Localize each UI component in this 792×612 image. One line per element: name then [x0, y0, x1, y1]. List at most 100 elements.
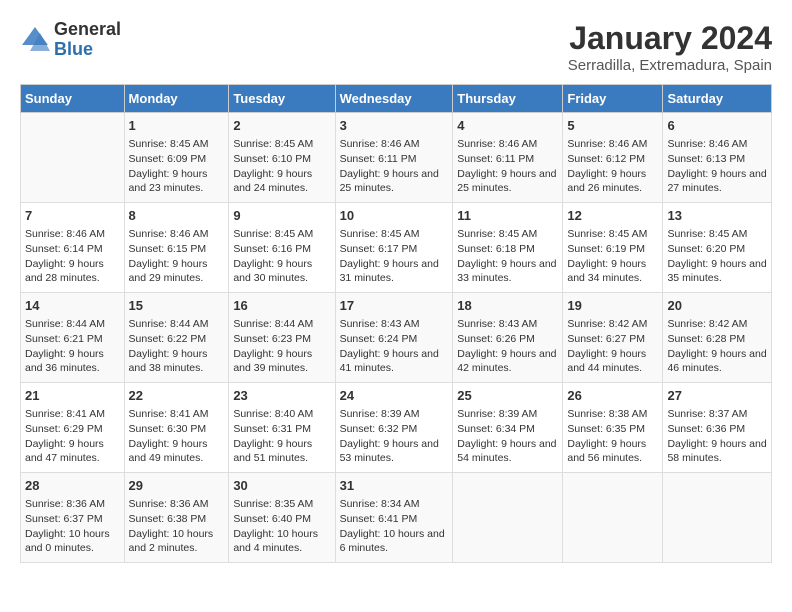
day-number: 23: [233, 387, 330, 405]
calendar-cell: [663, 473, 772, 563]
cell-details: Sunrise: 8:46 AMSunset: 6:12 PMDaylight:…: [567, 137, 658, 196]
day-number: 13: [667, 207, 767, 225]
calendar-cell: 22 Sunrise: 8:41 AMSunset: 6:30 PMDayligh…: [124, 383, 229, 473]
col-header-wednesday: Wednesday: [335, 85, 453, 113]
day-number: 25: [457, 387, 558, 405]
day-number: 22: [129, 387, 225, 405]
cell-details: Sunrise: 8:46 AMSunset: 6:15 PMDaylight:…: [129, 227, 225, 286]
logo: General Blue: [20, 20, 121, 60]
calendar-cell: 4Sunrise: 8:46 AMSunset: 6:11 PMDaylight…: [453, 113, 563, 203]
col-header-saturday: Saturday: [663, 85, 772, 113]
day-number: 11: [457, 207, 558, 225]
day-number: 8: [129, 207, 225, 225]
day-number: 7: [25, 207, 120, 225]
cell-details: Sunrise: 8:35 AMSunset: 6:40 PMDaylight:…: [233, 497, 330, 556]
col-header-tuesday: Tuesday: [229, 85, 335, 113]
cell-details: Sunrise: 8:46 AMSunset: 6:11 PMDaylight:…: [340, 137, 449, 196]
day-number: 10: [340, 207, 449, 225]
day-number: 12: [567, 207, 658, 225]
day-number: 18: [457, 297, 558, 315]
cell-details: Sunrise: 8:44 AMSunset: 6:21 PMDaylight:…: [25, 317, 120, 376]
header-row: SundayMondayTuesdayWednesdayThursdayFrid…: [21, 85, 772, 113]
calendar-cell: 9 Sunrise: 8:45 AMSunset: 6:16 PMDaylight…: [229, 203, 335, 293]
col-header-monday: Monday: [124, 85, 229, 113]
cell-details: Sunrise: 8:45 AMSunset: 6:17 PMDaylight:…: [340, 227, 449, 286]
calendar-cell: 21 Sunrise: 8:41 AMSunset: 6:29 PMDayligh…: [21, 383, 125, 473]
week-row-4: 21 Sunrise: 8:41 AMSunset: 6:29 PMDayligh…: [21, 383, 772, 473]
calendar-cell: 17Sunrise: 8:43 AMSunset: 6:24 PMDayligh…: [335, 293, 453, 383]
week-row-3: 14 Sunrise: 8:44 AMSunset: 6:21 PMDayligh…: [21, 293, 772, 383]
cell-details: Sunrise: 8:43 AMSunset: 6:26 PMDaylight:…: [457, 317, 558, 376]
calendar-cell: 3 Sunrise: 8:46 AMSunset: 6:11 PMDaylight…: [335, 113, 453, 203]
calendar-cell: 29 Sunrise: 8:36 AMSunset: 6:38 PMDayligh…: [124, 473, 229, 563]
week-row-5: 28 Sunrise: 8:36 AMSunset: 6:37 PMDayligh…: [21, 473, 772, 563]
calendar-cell: 7 Sunrise: 8:46 AMSunset: 6:14 PMDaylight…: [21, 203, 125, 293]
calendar-cell: 2Sunrise: 8:45 AMSunset: 6:10 PMDaylight…: [229, 113, 335, 203]
calendar-cell: 5 Sunrise: 8:46 AMSunset: 6:12 PMDaylight…: [563, 113, 663, 203]
cell-details: Sunrise: 8:46 AMSunset: 6:14 PMDaylight:…: [25, 227, 120, 286]
calendar-cell: 13 Sunrise: 8:45 AMSunset: 6:20 PMDayligh…: [663, 203, 772, 293]
day-number: 9: [233, 207, 330, 225]
calendar-cell: [453, 473, 563, 563]
calendar-cell: 26Sunrise: 8:38 AMSunset: 6:35 PMDayligh…: [563, 383, 663, 473]
day-number: 19: [567, 297, 658, 315]
week-row-1: 1 Sunrise: 8:45 AMSunset: 6:09 PMDaylight…: [21, 113, 772, 203]
col-header-friday: Friday: [563, 85, 663, 113]
calendar-cell: 18 Sunrise: 8:43 AMSunset: 6:26 PMDayligh…: [453, 293, 563, 383]
cell-details: Sunrise: 8:45 AMSunset: 6:18 PMDaylight:…: [457, 227, 558, 286]
calendar-cell: 15Sunrise: 8:44 AMSunset: 6:22 PMDayligh…: [124, 293, 229, 383]
calendar-cell: 28 Sunrise: 8:36 AMSunset: 6:37 PMDayligh…: [21, 473, 125, 563]
cell-details: Sunrise: 8:45 AMSunset: 6:19 PMDaylight:…: [567, 227, 658, 286]
cell-details: Sunrise: 8:46 AMSunset: 6:13 PMDaylight:…: [667, 137, 767, 196]
week-row-2: 7 Sunrise: 8:46 AMSunset: 6:14 PMDaylight…: [21, 203, 772, 293]
day-number: 27: [667, 387, 767, 405]
cell-details: Sunrise: 8:39 AMSunset: 6:32 PMDaylight:…: [340, 407, 449, 466]
page-header: General Blue January 2024 Serradilla, Ex…: [20, 20, 772, 74]
day-number: 5: [567, 117, 658, 135]
calendar-table: SundayMondayTuesdayWednesdayThursdayFrid…: [20, 84, 772, 563]
day-number: 21: [25, 387, 120, 405]
day-number: 6: [667, 117, 767, 135]
day-number: 30: [233, 477, 330, 495]
cell-details: Sunrise: 8:45 AMSunset: 6:10 PMDaylight:…: [233, 137, 330, 196]
cell-details: Sunrise: 8:37 AMSunset: 6:36 PMDaylight:…: [667, 407, 767, 466]
calendar-cell: 25 Sunrise: 8:39 AMSunset: 6:34 PMDayligh…: [453, 383, 563, 473]
day-number: 3: [340, 117, 449, 135]
calendar-cell: 24 Sunrise: 8:39 AMSunset: 6:32 PMDayligh…: [335, 383, 453, 473]
cell-details: Sunrise: 8:36 AMSunset: 6:38 PMDaylight:…: [129, 497, 225, 556]
cell-details: Sunrise: 8:36 AMSunset: 6:37 PMDaylight:…: [25, 497, 120, 556]
day-number: 28: [25, 477, 120, 495]
calendar-cell: 10 Sunrise: 8:45 AMSunset: 6:17 PMDayligh…: [335, 203, 453, 293]
month-title: January 2024: [568, 20, 772, 57]
cell-details: Sunrise: 8:45 AMSunset: 6:09 PMDaylight:…: [129, 137, 225, 196]
cell-details: Sunrise: 8:45 AMSunset: 6:20 PMDaylight:…: [667, 227, 767, 286]
calendar-cell: 31 Sunrise: 8:34 AMSunset: 6:41 PMDayligh…: [335, 473, 453, 563]
calendar-cell: 11 Sunrise: 8:45 AMSunset: 6:18 PMDayligh…: [453, 203, 563, 293]
calendar-cell: 14 Sunrise: 8:44 AMSunset: 6:21 PMDayligh…: [21, 293, 125, 383]
day-number: 31: [340, 477, 449, 495]
calendar-cell: 12 Sunrise: 8:45 AMSunset: 6:19 PMDayligh…: [563, 203, 663, 293]
day-number: 20: [667, 297, 767, 315]
day-number: 29: [129, 477, 225, 495]
title-block: January 2024 Serradilla, Extremadura, Sp…: [568, 20, 772, 74]
cell-details: Sunrise: 8:34 AMSunset: 6:41 PMDaylight:…: [340, 497, 449, 556]
day-number: 1: [129, 117, 225, 135]
calendar-cell: 20Sunrise: 8:42 AMSunset: 6:28 PMDayligh…: [663, 293, 772, 383]
cell-details: Sunrise: 8:41 AMSunset: 6:29 PMDaylight:…: [25, 407, 120, 466]
cell-details: Sunrise: 8:40 AMSunset: 6:31 PMDaylight:…: [233, 407, 330, 466]
day-number: 17: [340, 297, 449, 315]
calendar-cell: 16Sunrise: 8:44 AMSunset: 6:23 PMDayligh…: [229, 293, 335, 383]
calendar-cell: 19 Sunrise: 8:42 AMSunset: 6:27 PMDayligh…: [563, 293, 663, 383]
subtitle: Serradilla, Extremadura, Spain: [568, 57, 772, 74]
day-number: 16: [233, 297, 330, 315]
cell-details: Sunrise: 8:45 AMSunset: 6:16 PMDaylight:…: [233, 227, 330, 286]
cell-details: Sunrise: 8:42 AMSunset: 6:27 PMDaylight:…: [567, 317, 658, 376]
day-number: 24: [340, 387, 449, 405]
cell-details: Sunrise: 8:39 AMSunset: 6:34 PMDaylight:…: [457, 407, 558, 466]
logo-icon: [20, 25, 50, 55]
calendar-cell: [563, 473, 663, 563]
day-number: 14: [25, 297, 120, 315]
cell-details: Sunrise: 8:41 AMSunset: 6:30 PMDaylight:…: [129, 407, 225, 466]
calendar-cell: 23 Sunrise: 8:40 AMSunset: 6:31 PMDayligh…: [229, 383, 335, 473]
cell-details: Sunrise: 8:46 AMSunset: 6:11 PMDaylight:…: [457, 137, 558, 196]
